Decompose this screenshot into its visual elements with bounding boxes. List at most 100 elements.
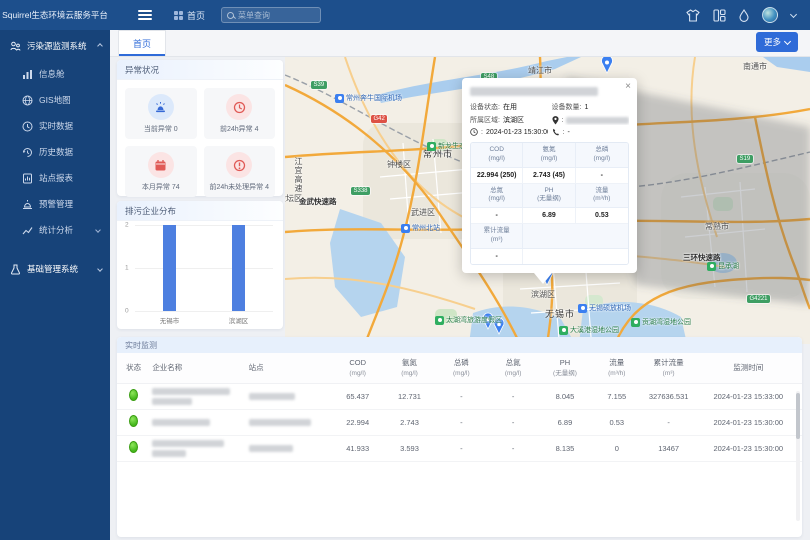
monitor-icon (10, 41, 21, 52)
monitor-table: 状态 企业名称 站点 COD(mg/l) 氨氮(mg/l) 总磷(mg/l) 总… (117, 353, 802, 462)
sidebar-item-gis-map[interactable]: GIS地图 (0, 87, 110, 113)
line-chart-icon (22, 225, 33, 236)
redacted-station-name (470, 87, 598, 96)
popup-phone: - (567, 129, 569, 136)
theme-shirt-icon[interactable] (686, 9, 700, 22)
alert-circle-icon (226, 152, 252, 178)
search-input[interactable] (238, 11, 315, 20)
bar-binhu (232, 225, 245, 311)
clock-icon (470, 128, 478, 136)
monitor-table-header: 状态 企业名称 站点 COD(mg/l) 氨氮(mg/l) 总磷(mg/l) 总… (117, 353, 802, 383)
more-button-label: 更多 (764, 36, 781, 48)
popup-cod-value: 22.994 (250) (471, 168, 523, 184)
sidebar-item-warning-management[interactable]: 预警管理 (0, 191, 110, 217)
clock-icon (22, 121, 33, 132)
popup-flow-value: 0.53 (576, 208, 628, 224)
region-label: 所属区域: (470, 115, 500, 125)
user-avatar[interactable] (762, 7, 778, 23)
device-status-value: 在用 (503, 102, 517, 112)
device-status-label: 设备状态: (470, 102, 500, 112)
card-month-abnormal[interactable]: 本月异常 74 (125, 146, 197, 197)
sidebar-item-info-cabin[interactable]: 信息舱 (0, 61, 110, 87)
more-button[interactable]: 更多 (756, 32, 798, 52)
popup-metrics-table: COD(mg/l) 氨氮(mg/l) 总磷(mg/l) 22.994 (250)… (470, 142, 629, 265)
table-scrollbar[interactable] (796, 391, 800, 521)
x-label: 滨湖区 (204, 315, 273, 325)
scrollbar-thumb[interactable] (796, 393, 800, 439)
status-dot-normal (129, 441, 138, 453)
table-row[interactable]: 41.9333.593 -- 8.1350 134672024-01-23 15… (117, 435, 802, 461)
sidebar-item-label: 统计分析 (39, 224, 73, 236)
popup-close-icon[interactable]: × (625, 82, 631, 92)
collapse-chevron-icon (97, 43, 103, 49)
hamburger-menu-icon[interactable] (138, 8, 152, 22)
device-count-label: 设备数量: (552, 102, 582, 112)
main-content: 首页 更多 (110, 30, 810, 540)
clock-alert-icon (226, 94, 252, 120)
card-24h-abnormal[interactable]: 前24h异常 4 (204, 88, 276, 139)
card-label: 前24h未处理异常 4 (209, 182, 269, 192)
user-menu-chevron-icon[interactable] (790, 10, 797, 17)
card-current-abnormal[interactable]: 当前异常 0 (125, 88, 197, 139)
flask-icon (10, 264, 21, 275)
siren-icon (148, 94, 174, 120)
popup-tp-value: - (576, 168, 628, 184)
sidebar: 污染源监测系统 信息舱 GIS地图 实时数据 历史数据 站点报表 预警管理 (0, 30, 110, 540)
sidebar-system-base[interactable]: 基础管理系统 (0, 253, 110, 284)
station-popup: × 设备状态:在用 设备数量:1 所属区域:滨湖区 : :2024-01-23 … (462, 78, 637, 273)
tab-home[interactable]: 首页 (118, 30, 166, 56)
card-label: 前24h异常 4 (220, 124, 259, 134)
more-chevron-icon (784, 37, 791, 44)
redacted-company (152, 440, 224, 447)
realtime-monitor-panel: 实时监测 状态 企业名称 站点 COD(mg/l) 氨氮(mg/l) 总磷(mg… (117, 337, 802, 537)
abnormal-panel: 异常状况 当前异常 0 前24h异常 4 (117, 60, 283, 196)
breadcrumb[interactable]: 首页 (174, 9, 205, 22)
card-label: 当前异常 0 (144, 124, 178, 134)
sidebar-system-base-label: 基础管理系统 (27, 263, 78, 275)
layout-icon[interactable] (713, 9, 726, 22)
table-row[interactable]: 22.9942.743 -- 6.890.53 -2024-01-23 15:3… (117, 409, 802, 435)
report-icon (22, 173, 33, 184)
globe-icon (22, 95, 33, 106)
x-label: 无锡市 (135, 315, 204, 325)
table-row[interactable]: 65.43712.731 -- 8.0457.155 327636.531202… (117, 383, 802, 409)
region-value: 滨湖区 (503, 115, 524, 125)
brand-title: Squirrel生态环境云服务平台 (0, 9, 110, 21)
y-tick: 2 (125, 222, 129, 229)
abnormal-panel-title: 异常状况 (117, 60, 283, 80)
popup-time: 2024-01-23 15:30:00 (486, 129, 548, 136)
grid-icon (174, 11, 183, 20)
sidebar-item-history-data[interactable]: 历史数据 (0, 139, 110, 165)
search-icon (227, 12, 234, 19)
sidebar-system-pollution[interactable]: 污染源监测系统 (0, 30, 110, 61)
water-drop-icon[interactable] (739, 9, 749, 22)
breadcrumb-home: 首页 (187, 9, 205, 22)
topbar: Squirrel生态环境云服务平台 首页 (0, 0, 810, 30)
redacted-station (249, 445, 293, 452)
popup-total-flow-value: - (471, 249, 523, 264)
map-canvas[interactable]: 靖江市 南通市 常州市 钟楼区 武进区 金坛区 常熟市 无锡市 滨湖区 三环快速… (285, 57, 810, 344)
location-pin-icon (552, 116, 559, 125)
expand-chevron-icon (97, 266, 103, 272)
tabbar: 首页 更多 (110, 30, 810, 57)
redacted-company (152, 450, 186, 457)
sidebar-item-label: 信息舱 (39, 68, 65, 80)
sidebar-item-label: GIS地图 (39, 94, 71, 106)
sidebar-item-label: 站点报表 (39, 172, 73, 184)
redacted-address (566, 117, 629, 124)
redacted-company (152, 419, 210, 426)
menu-search[interactable] (221, 7, 321, 23)
redacted-station (249, 419, 311, 426)
sidebar-item-statistics[interactable]: 统计分析 (0, 217, 110, 243)
status-dot-normal (129, 389, 138, 401)
sidebar-item-station-report[interactable]: 站点报表 (0, 165, 110, 191)
sidebar-item-label: 实时数据 (39, 120, 73, 132)
card-24h-unhandled[interactable]: 前24h未处理异常 4 (204, 146, 276, 197)
expand-chevron-icon (95, 227, 101, 233)
sidebar-item-realtime-data[interactable]: 实时数据 (0, 113, 110, 139)
sidebar-system-pollution-label: 污染源监测系统 (27, 40, 87, 52)
app-window: Squirrel生态环境云服务平台 首页 污染源监测系统 信息舱 (0, 0, 810, 540)
history-icon (22, 147, 33, 158)
y-tick: 1 (125, 265, 129, 272)
popup-ph-value: 6.89 (523, 208, 575, 224)
